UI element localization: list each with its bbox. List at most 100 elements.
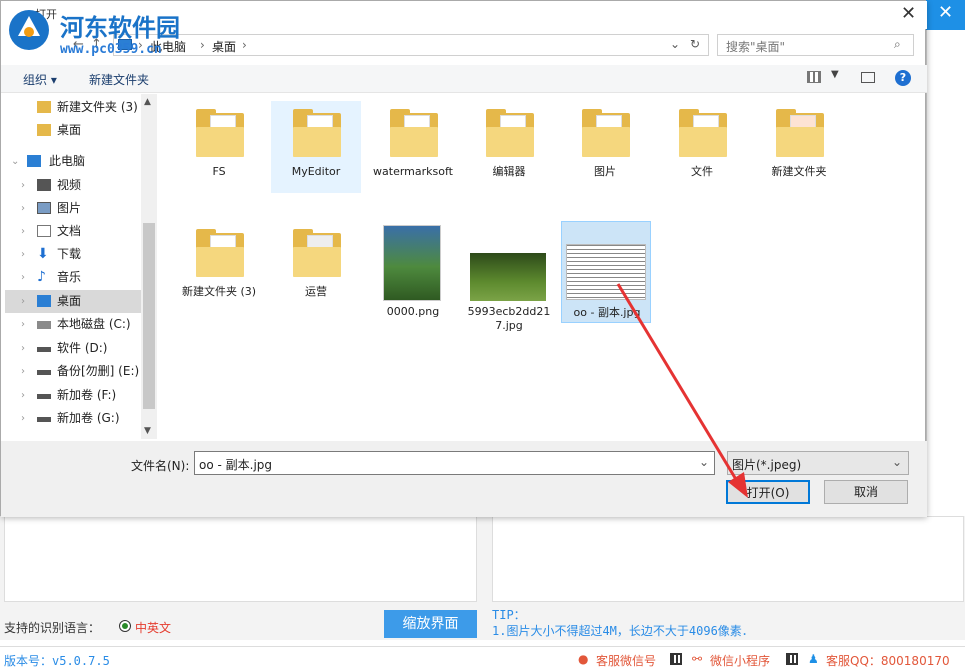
qr-code-icon[interactable] [670,653,682,665]
drive-icon [37,394,51,399]
scroll-down-icon[interactable]: ▼ [144,426,151,436]
drive-icon [37,370,51,375]
language-radio[interactable] [119,620,131,632]
chevron-right-icon[interactable]: › [21,337,25,360]
file-item-oo-copy-jpg[interactable]: oo - 副本.jpg [561,221,651,323]
qr-code-icon[interactable] [786,653,798,665]
chevron-right-icon[interactable]: › [21,384,25,407]
refresh-icon[interactable]: ↻ [690,37,700,51]
new-folder-button[interactable]: 新建文件夹 [89,71,149,88]
mini-program-link[interactable]: 微信小程序 [710,652,770,669]
desktop-icon [37,295,51,307]
link-icon: ⚯ [692,652,703,666]
folder-icon [582,109,630,157]
tip-title: TIP： [492,608,526,622]
chevron-right-icon[interactable]: › [21,266,25,289]
chevron-right-icon[interactable]: › [21,197,25,220]
file-item-files[interactable]: 文件 [657,101,747,193]
view-mode-icon[interactable] [807,71,821,83]
nav-item-drive-g[interactable]: › 新加卷 (G:) [5,407,145,430]
picture-icon [37,202,51,214]
file-item-5993ecb2dd217-jpg[interactable]: 5993ecb2dd217.jpg [464,221,554,332]
folder-icon [196,109,244,157]
language-label: 支持的识别语言： [4,621,101,635]
view-dropdown-icon[interactable]: ▼ [831,69,839,80]
open-file-dialog: 打开 ✕ ← ↑ › 此电脑 › 桌面 › ⌄ ↻ 搜索"桌面" ⌕ 组织 ▾ … [0,0,927,517]
drive-icon [37,417,51,422]
chevron-right-icon[interactable]: › [21,407,25,430]
folder-icon [37,101,51,113]
download-icon: ⬇ [37,246,49,262]
chevron-right-icon[interactable]: › [21,290,25,313]
nav-item-videos[interactable]: › 视频 [5,174,145,197]
dialog-close-icon[interactable]: ✕ [901,3,916,24]
nav-scrollbar-thumb[interactable] [143,223,155,409]
computer-icon [27,155,41,167]
address-dropdown-icon[interactable]: ⌄ [670,37,680,51]
document-icon [37,225,51,237]
chevron-right-icon[interactable]: › [21,360,25,383]
nav-item-this-pc[interactable]: ⌄ 此电脑 [5,150,145,173]
nav-item-drive-c[interactable]: › 本地磁盘 (C:) [5,313,145,336]
filetype-dropdown-icon[interactable]: ⌄ [892,455,902,469]
zoom-interface-button[interactable]: 缩放界面 [384,610,477,638]
file-item-new-folder-3[interactable]: 新建文件夹 (3) [174,221,264,313]
file-item-pictures[interactable]: 图片 [560,101,650,193]
cancel-button[interactable]: 取消 [824,480,908,504]
nav-item-downloads[interactable]: › ⬇ 下载 [5,243,145,266]
filetype-select[interactable]: 图片(*.jpeg) ⌄ [727,451,909,475]
nav-item-pictures[interactable]: › 图片 [5,197,145,220]
file-item-new-folder[interactable]: 新建文件夹 [754,101,844,193]
app-close-icon[interactable]: ✕ [938,2,953,23]
image-preview-panel [4,516,477,602]
nav-item-music[interactable]: › ♪ 音乐 [5,266,145,289]
search-placeholder: 搜索"桌面" [726,40,786,54]
filename-dropdown-icon[interactable]: ⌄ [699,455,709,469]
music-icon: ♪ [37,269,46,285]
file-item-watermarksoft[interactable]: watermarksoft [368,101,458,193]
address-bar[interactable]: › 此电脑 › 桌面 › ⌄ ↻ [113,34,709,56]
search-icon[interactable]: ⌕ [894,37,901,52]
nav-item-drive-f[interactable]: › 新加卷 (F:) [5,384,145,407]
qq-service-text[interactable]: 客服QQ：800180170 [826,652,950,669]
organize-menu[interactable]: 组织 ▾ [23,71,57,88]
chevron-right-icon[interactable]: › [21,313,25,336]
watermark-url: www.pc0359.cn [60,42,162,57]
file-item-editor[interactable]: 编辑器 [464,101,554,193]
tip-line: 1.图片大小不得超过4M，长边不大于4096像素． [492,624,754,638]
file-item-myeditor[interactable]: MyEditor [271,101,361,193]
chevron-right-icon[interactable]: › [21,220,25,243]
preview-pane-icon[interactable] [861,72,875,83]
help-icon[interactable]: ? [895,70,911,86]
drive-icon [37,347,51,352]
file-item-0000-png[interactable]: 0000.png [368,221,458,318]
file-item-fs[interactable]: FS [174,101,264,193]
nav-item-desktop-folder[interactable]: 桌面 [5,119,145,142]
filetype-value: 图片(*.jpeg) [732,458,802,472]
wechat-service-link[interactable]: 客服微信号 [596,652,656,669]
breadcrumb-desktop[interactable]: 桌面 [212,38,236,55]
nav-item-desktop[interactable]: › 桌面 [5,290,145,313]
version-text: 版本号：v5.0.7.5 [4,654,110,668]
drive-icon [37,321,51,329]
folder-icon [293,229,341,277]
language-value[interactable]: 中英文 [135,619,171,636]
chevron-right-icon[interactable]: › [21,174,25,197]
search-box[interactable]: 搜索"桌面" ⌕ [717,34,914,56]
folder-icon [196,229,244,277]
expand-chevron-icon[interactable]: ⌄ [11,150,19,173]
open-button[interactable]: 打开(O) [726,480,810,504]
nav-item-drive-e[interactable]: › 备份[勿删] (E:) [5,360,145,383]
nav-item-new-folder-3[interactable]: 新建文件夹 (3) [5,96,145,119]
folder-icon [486,109,534,157]
folder-icon [776,109,824,157]
scroll-up-icon[interactable]: ▲ [144,97,151,107]
status-bar [0,646,965,669]
filename-input[interactable]: oo - 副本.jpg ⌄ [194,451,715,475]
filename-value: oo - 副本.jpg [199,458,273,472]
nav-item-drive-d[interactable]: › 软件 (D:) [5,337,145,360]
chevron-right-icon[interactable]: › [21,243,25,266]
nav-item-documents[interactable]: › 文档 [5,220,145,243]
file-item-operations[interactable]: 运营 [271,221,361,313]
result-text-panel[interactable] [492,516,964,602]
